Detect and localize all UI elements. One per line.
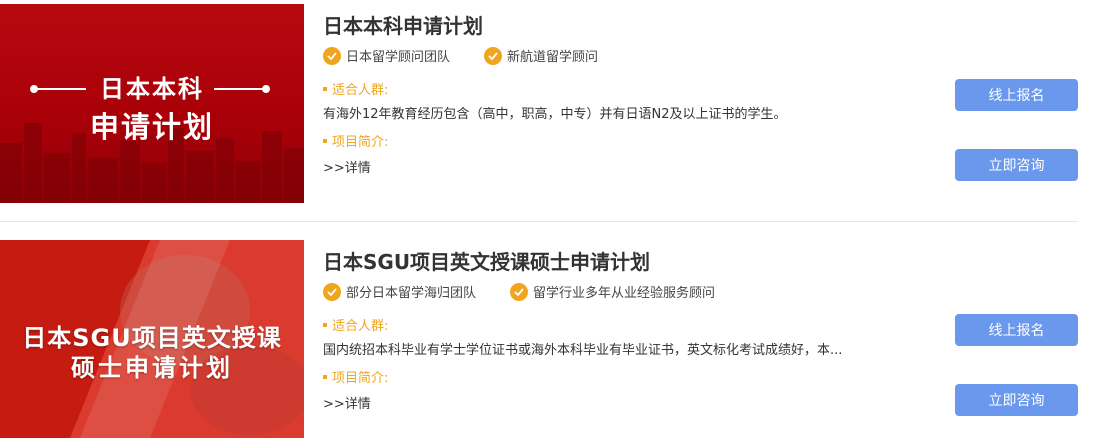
consult-now-button[interactable]: 立即咨询 [955, 149, 1078, 181]
details-link[interactable]: >>详情 [323, 393, 371, 412]
check-circle-icon [510, 282, 529, 301]
program-tag: 日本留学顾问团队 [323, 46, 450, 65]
program-tags: 部分日本留学海归团队 留学行业多年从业经验服务顾问 [323, 282, 749, 301]
program-banner[interactable]: 日本本科 申请计划 [0, 4, 304, 203]
banner-heading: 日本本科 [100, 75, 204, 103]
intro-label: 项目简介: [323, 367, 388, 386]
check-circle-icon [323, 282, 341, 301]
program-tag: 留学行业多年从业经验服务顾问 [510, 282, 715, 301]
program-tag-label: 日本留学顾问团队 [346, 50, 451, 65]
check-circle-icon [484, 46, 503, 65]
program-card: 日本SGU项目英文授课 硕士申请计划 日本SGU项目英文授课硕士申请计划 部分日… [0, 238, 1102, 444]
program-tags: 日本留学顾问团队 新航道留学顾问 [323, 46, 632, 65]
program-tag: 新航道留学顾问 [484, 46, 598, 65]
bullet-square-icon [323, 374, 327, 379]
program-title[interactable]: 日本SGU项目英文授课硕士申请计划 [323, 246, 650, 275]
audience-label: 适合人群: [323, 315, 388, 334]
details-link[interactable]: >>详情 [323, 157, 371, 176]
consult-now-button[interactable]: 立即咨询 [955, 384, 1078, 416]
intro-label-text: 项目简介: [332, 135, 389, 150]
program-banner[interactable]: 日本SGU项目英文授课 硕士申请计划 [0, 240, 304, 438]
audience-label-text: 适合人群: [332, 319, 389, 334]
program-card: 日本本科 申请计划 日本本科申请计划 日本留学顾问团队 新航道留学顾问 适合人群… [0, 0, 1102, 206]
card-divider [0, 221, 1078, 222]
program-title[interactable]: 日本本科申请计划 [323, 10, 483, 39]
bullet-square-icon [323, 322, 327, 327]
online-signup-button[interactable]: 线上报名 [955, 314, 1078, 346]
bullet-square-icon [323, 138, 327, 143]
check-circle-icon [323, 46, 341, 65]
program-tag-label: 新航道留学顾问 [507, 50, 599, 65]
intro-label-text: 项目简介: [332, 371, 389, 386]
program-tag-label: 部分日本留学海归团队 [346, 286, 477, 301]
program-tag-label: 留学行业多年从业经验服务顾问 [533, 286, 716, 301]
audience-label: 适合人群: [323, 79, 388, 98]
audience-description: 有海外12年教育经历包含（高中，职高，中专）并有日语N2及以上证书的学生。 [323, 107, 787, 122]
bullet-square-icon [323, 86, 327, 91]
audience-label-text: 适合人群: [332, 83, 389, 98]
banner-subheading: 申请计划 [89, 110, 214, 144]
program-tag: 部分日本留学海归团队 [323, 282, 476, 301]
intro-label: 项目简介: [323, 131, 388, 150]
audience-description: 国内统招本科毕业有学士学位证书或海外本科毕业有毕业证书，英文标化考试成绩好，本.… [323, 343, 843, 358]
banner-subheading: 硕士申请计划 [71, 354, 233, 382]
online-signup-button[interactable]: 线上报名 [955, 79, 1078, 111]
